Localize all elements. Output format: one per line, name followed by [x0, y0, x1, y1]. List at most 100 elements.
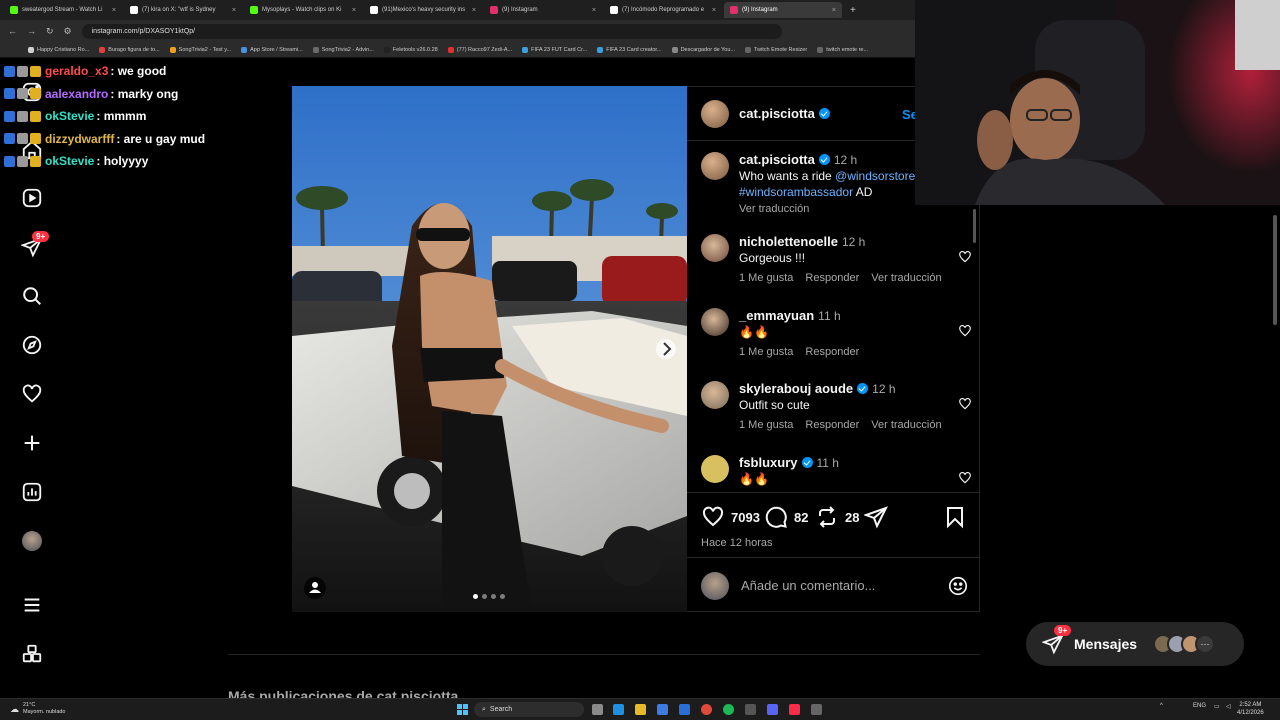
comments-scrollbar[interactable] — [973, 209, 976, 243]
mention-link[interactable]: @windsorstore — [835, 169, 915, 183]
taskbar-search[interactable]: ⌕ Search — [474, 702, 584, 717]
mail-icon[interactable] — [679, 704, 690, 715]
obs-icon[interactable] — [745, 704, 756, 715]
page-scrollbar[interactable] — [1270, 205, 1280, 698]
spotify-icon[interactable] — [723, 704, 734, 715]
tray-chevron-icon[interactable]: ^ — [1160, 703, 1163, 709]
edge-icon[interactable] — [613, 704, 624, 715]
forward-icon[interactable]: → — [27, 26, 36, 36]
comment-username[interactable]: nicholettenoelle — [739, 234, 838, 249]
comment-likes[interactable]: 1 Me gusta — [739, 346, 793, 358]
bookmark[interactable]: Feletools v26.0.28 — [383, 46, 438, 53]
bookmark[interactable]: FIFA 23 Card creator... — [597, 46, 662, 53]
close-icon[interactable]: × — [592, 7, 596, 14]
profile-avatar[interactable] — [20, 529, 44, 553]
messages-icon[interactable]: 9+ — [20, 231, 50, 259]
comment-username[interactable]: fsbluxury — [739, 455, 798, 470]
browser-tab[interactable]: sweatergod Stream - Watch Li × — [4, 2, 122, 18]
close-icon[interactable]: × — [352, 7, 356, 14]
close-icon[interactable]: × — [472, 7, 476, 14]
bookmark[interactable]: SongTrivia2 - Test y... — [169, 46, 231, 53]
reply-button[interactable]: Responder — [805, 272, 859, 284]
like-button[interactable]: 7093 — [701, 505, 760, 529]
bookmark[interactable]: Descargador de You... — [671, 46, 735, 53]
dashboard-icon[interactable] — [20, 480, 44, 504]
more-apps-icon[interactable] — [20, 642, 44, 666]
comment-like-icon[interactable] — [958, 250, 972, 264]
close-icon[interactable]: × — [712, 7, 716, 14]
menu-icon[interactable] — [20, 593, 44, 617]
comment-like-icon[interactable] — [958, 324, 972, 338]
comment-likes[interactable]: 1 Me gusta — [739, 272, 793, 284]
caption-username[interactable]: cat.pisciotta — [739, 152, 815, 167]
comment-input[interactable] — [741, 578, 931, 593]
close-icon[interactable]: × — [232, 7, 236, 14]
clock[interactable]: 2:52 AM 4/12/2026 — [1237, 701, 1264, 717]
language-indicator[interactable]: ENG — [1193, 703, 1206, 709]
bookmark[interactable]: FIFA 23 FUT Card Cr... — [522, 46, 587, 53]
store-icon[interactable] — [657, 704, 668, 715]
bookmark[interactable]: Twitch Emote Resizer — [745, 46, 807, 53]
see-translation-link[interactable]: Ver traducción — [871, 419, 941, 431]
music-icon[interactable] — [789, 704, 800, 715]
comment-like-icon[interactable] — [958, 471, 972, 485]
author-avatar[interactable] — [701, 99, 729, 128]
bookmark[interactable]: Happy Cristiano Ro... — [28, 46, 89, 53]
share-button[interactable] — [864, 505, 888, 529]
browser-tab[interactable]: (9) Instagram × — [484, 2, 602, 18]
volume-icon[interactable]: ◁ — [1226, 703, 1231, 710]
author-username[interactable]: cat.pisciotta — [739, 106, 830, 121]
messages-button[interactable]: 9+ Mensajes ··· — [1026, 622, 1244, 666]
search-icon[interactable] — [20, 284, 44, 308]
bookmark[interactable]: Burago figura de to... — [99, 46, 160, 53]
post-image[interactable] — [292, 86, 687, 612]
reply-button[interactable]: Responder — [805, 419, 859, 431]
discord-icon[interactable] — [767, 704, 778, 715]
explore-icon[interactable] — [20, 333, 44, 357]
comment-username[interactable]: skylerabouj aoude — [739, 381, 853, 396]
stream-chat-overlay: geraldo_x3: we good aalexandro: marky ong… — [4, 60, 284, 173]
comment-avatar[interactable] — [701, 455, 729, 483]
browser-tab[interactable]: (9) Instagram × — [724, 2, 842, 18]
browser-tab[interactable]: (91)Mexico's heavy security ins × — [364, 2, 482, 18]
browser-tab[interactable]: (7) Incómodo Reprogramado e × — [604, 2, 722, 18]
file-explorer-icon[interactable] — [635, 704, 646, 715]
browser-tab[interactable]: Mysoplays - Watch clips on Ki × — [244, 2, 362, 18]
weather-widget[interactable]: ☁ 21°C Mayorm. nublado — [10, 702, 66, 716]
chrome-icon[interactable] — [701, 704, 712, 715]
bookmark[interactable]: SongTrivia2 - Advin... — [312, 46, 374, 53]
url-input[interactable]: instagram.com/p/DXASOY1ktQp/ — [81, 23, 782, 39]
comment-avatar[interactable] — [701, 308, 729, 336]
comment-likes[interactable]: 1 Me gusta — [739, 419, 793, 431]
bookmark[interactable]: (77) Racco97 Zedi-A... — [447, 46, 512, 53]
network-icon[interactable]: ▭ — [1214, 703, 1220, 710]
comment-avatar[interactable] — [701, 234, 729, 262]
bookmark[interactable]: App Store / Streami... — [241, 46, 303, 53]
reload-icon[interactable]: ↻ — [46, 26, 54, 37]
reply-button[interactable]: Responder — [805, 346, 859, 358]
new-tab-icon[interactable]: + — [850, 5, 856, 16]
emoji-icon[interactable] — [947, 575, 969, 597]
see-translation-link[interactable]: Ver traducción — [739, 203, 809, 215]
reels-icon[interactable] — [20, 186, 44, 210]
see-translation-link[interactable]: Ver traducción — [871, 272, 941, 284]
author-avatar[interactable] — [701, 152, 729, 180]
bookmark[interactable]: twitch emote re... — [817, 46, 868, 53]
create-icon[interactable] — [20, 431, 44, 455]
browser-tab[interactable]: (7) kira on X: "wtf is Sydney × — [124, 2, 242, 18]
save-button[interactable] — [943, 505, 967, 529]
comment-username[interactable]: _emmayuan — [739, 308, 814, 323]
app-icon[interactable] — [811, 704, 822, 715]
comment-avatar[interactable] — [701, 381, 729, 409]
site-info-icon[interactable]: ⚙ — [64, 26, 72, 37]
close-icon[interactable]: × — [112, 7, 116, 14]
heart-icon[interactable] — [20, 382, 44, 406]
back-icon[interactable]: ← — [8, 26, 17, 36]
start-button[interactable] — [457, 704, 468, 715]
hashtag-link[interactable]: #windsorambassador — [739, 185, 853, 199]
task-view-icon[interactable] — [592, 704, 603, 715]
comment-button[interactable]: 82 — [764, 505, 808, 529]
close-icon[interactable]: × — [832, 7, 836, 14]
repost-button[interactable]: 28 — [815, 505, 859, 529]
comment-like-icon[interactable] — [958, 397, 972, 411]
